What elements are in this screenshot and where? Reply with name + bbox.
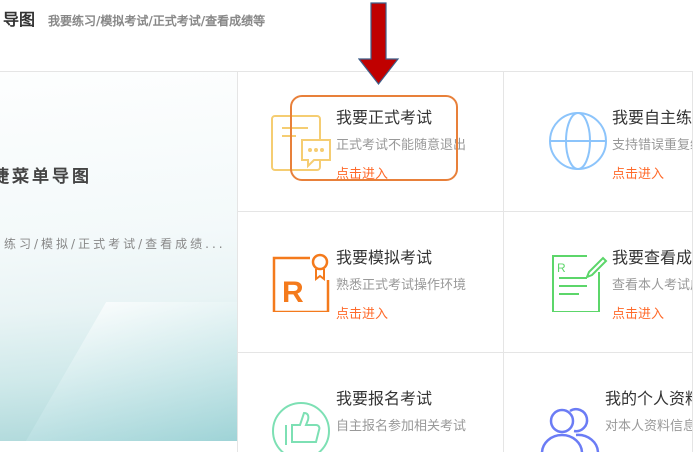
card-profile[interactable]: 我的个人资料 对本人资料信息 [503, 352, 693, 452]
card-mock-exam[interactable]: R 我要模拟考试 熟悉正式考试操作环境 点击进入 [237, 211, 503, 352]
enter-link[interactable]: 点击进入 [336, 303, 466, 322]
card-desc: 自主报名参加相关考试 [336, 419, 467, 434]
card-desc: 熟悉正式考试操作环境 [336, 278, 467, 293]
card-title: 我要自主练习 [612, 108, 693, 127]
card-title: 我要模拟考试 [336, 248, 433, 267]
card-title: 我要查看成绩 [612, 248, 693, 267]
svg-text:R: R [557, 261, 566, 275]
globe-icon [549, 112, 607, 170]
card-register-exam[interactable]: 我要报名考试 自主报名参加相关考试 [237, 352, 503, 452]
card-desc: 查看本人考试成绩 [612, 278, 692, 293]
enter-link[interactable]: 点击进入 [612, 303, 692, 322]
card-title: 我要报名考试 [336, 389, 433, 408]
enter-link[interactable]: 点击进入 [612, 163, 692, 182]
card-title: 我的个人资料 [605, 389, 693, 408]
thumbs-up-icon [272, 402, 330, 452]
highlight-box [290, 95, 458, 181]
down-arrow-icon [358, 2, 400, 85]
banner-title: 捷菜单导图 [0, 167, 92, 187]
card-desc: 对本人资料信息 [605, 419, 693, 434]
edit-document-icon: R [552, 255, 608, 312]
card-desc: 支持错误重复练习 [612, 138, 692, 153]
svg-text:R: R [282, 276, 304, 309]
page-title: 导图 [3, 10, 36, 29]
banner-subtitle: 练习/模拟/正式考试/查看成绩... [4, 237, 226, 251]
card-view-scores[interactable]: R 我要查看成绩 查看本人考试成绩 点击进入 [503, 211, 693, 352]
menu-banner: 捷菜单导图 练习/模拟/正式考试/查看成绩... [0, 71, 237, 441]
certificate-r-icon: R [272, 253, 330, 312]
page-subtitle: 我要练习/模拟考试/正式考试/查看成绩等 [48, 14, 266, 28]
users-icon [540, 407, 600, 452]
card-self-practice[interactable]: 我要自主练习 支持错误重复练习 点击进入 [503, 71, 693, 211]
